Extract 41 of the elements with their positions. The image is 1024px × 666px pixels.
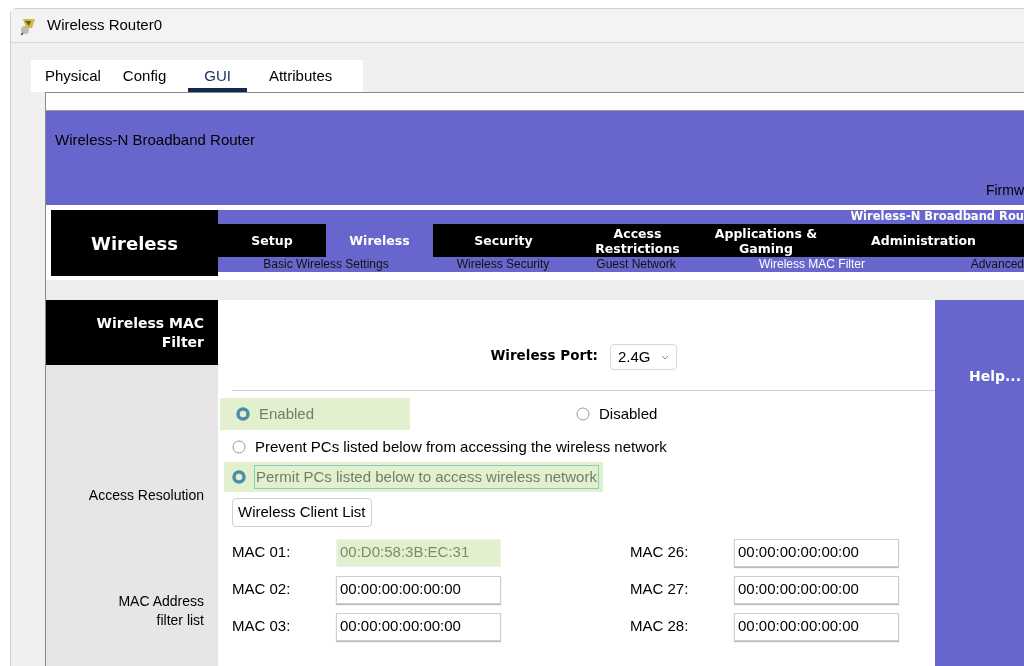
submenu-link[interactable]: Basic Wireless Settings xyxy=(218,257,434,272)
option-label[interactable]: Disabled xyxy=(598,402,659,426)
mac-label: MAC 02: xyxy=(232,579,292,600)
submenu-link[interactable]: Guest Network xyxy=(572,257,700,272)
option-label[interactable]: Permit PCs listed below to access wireless network xyxy=(254,464,599,490)
option-label[interactable]: Enabled xyxy=(258,402,316,426)
radio-button[interactable] xyxy=(236,407,250,421)
mac-label: MAC 27: xyxy=(630,579,690,600)
firmware-label: Firmw xyxy=(985,181,1024,200)
mac-input-field[interactable]: 00:00:00:00:00:00 xyxy=(336,575,501,604)
mac-input-field[interactable]: 00:00:00:00:00:00 xyxy=(734,612,899,641)
tab[interactable]: Attributes xyxy=(268,60,333,92)
option-label[interactable]: Prevent PCs listed below from accessing the wireless network xyxy=(254,435,668,459)
tab[interactable]: Physical xyxy=(45,60,101,92)
tab[interactable]: Config xyxy=(122,60,167,92)
wireless-port-label: Wireless Port: xyxy=(489,345,598,365)
chevron-icon xyxy=(660,354,669,360)
mac-input-field[interactable]: 00:00:00:00:00:00 xyxy=(336,612,501,641)
mac-input-field[interactable]: 00:00:00:00:00:00 xyxy=(734,538,899,567)
mac-input-field[interactable]: 00:00:00:00:00:00 xyxy=(734,575,899,604)
router-title: Wireless-N Broadband Router xyxy=(55,130,256,150)
wireless-port-select[interactable]: 2.4G xyxy=(610,344,677,370)
wireless-client-list-button[interactable]: Wireless Client List xyxy=(232,498,372,527)
mac-label: MAC 28: xyxy=(630,616,690,637)
radio-button[interactable] xyxy=(232,440,246,454)
window-title: Wireless Router0 xyxy=(47,15,163,36)
section-title: Wireless xyxy=(91,231,178,256)
panel-title: Wireless MAC Filter xyxy=(95,313,204,352)
mac-label: MAC 01: xyxy=(232,542,292,563)
mac-label: MAC 03: xyxy=(232,616,292,637)
submenu-link[interactable]: Wireless Security xyxy=(434,257,572,272)
radio-button[interactable] xyxy=(576,407,590,421)
submenu-link[interactable]: Advanced xyxy=(924,257,1024,272)
radio-button[interactable] xyxy=(232,470,246,484)
mac-label: MAC 26: xyxy=(630,542,690,563)
mac-filter-list-label: MAC Address filter list xyxy=(117,592,205,630)
help-link[interactable]: Help... xyxy=(969,368,1021,384)
menu-tab[interactable]: Wireless xyxy=(326,224,433,257)
product-name: Wireless-N Broadband Rou xyxy=(850,208,1024,226)
submenu-link[interactable]: Wireless MAC Filter xyxy=(700,257,924,272)
access-resolution-label: Access Resolution xyxy=(87,486,205,505)
